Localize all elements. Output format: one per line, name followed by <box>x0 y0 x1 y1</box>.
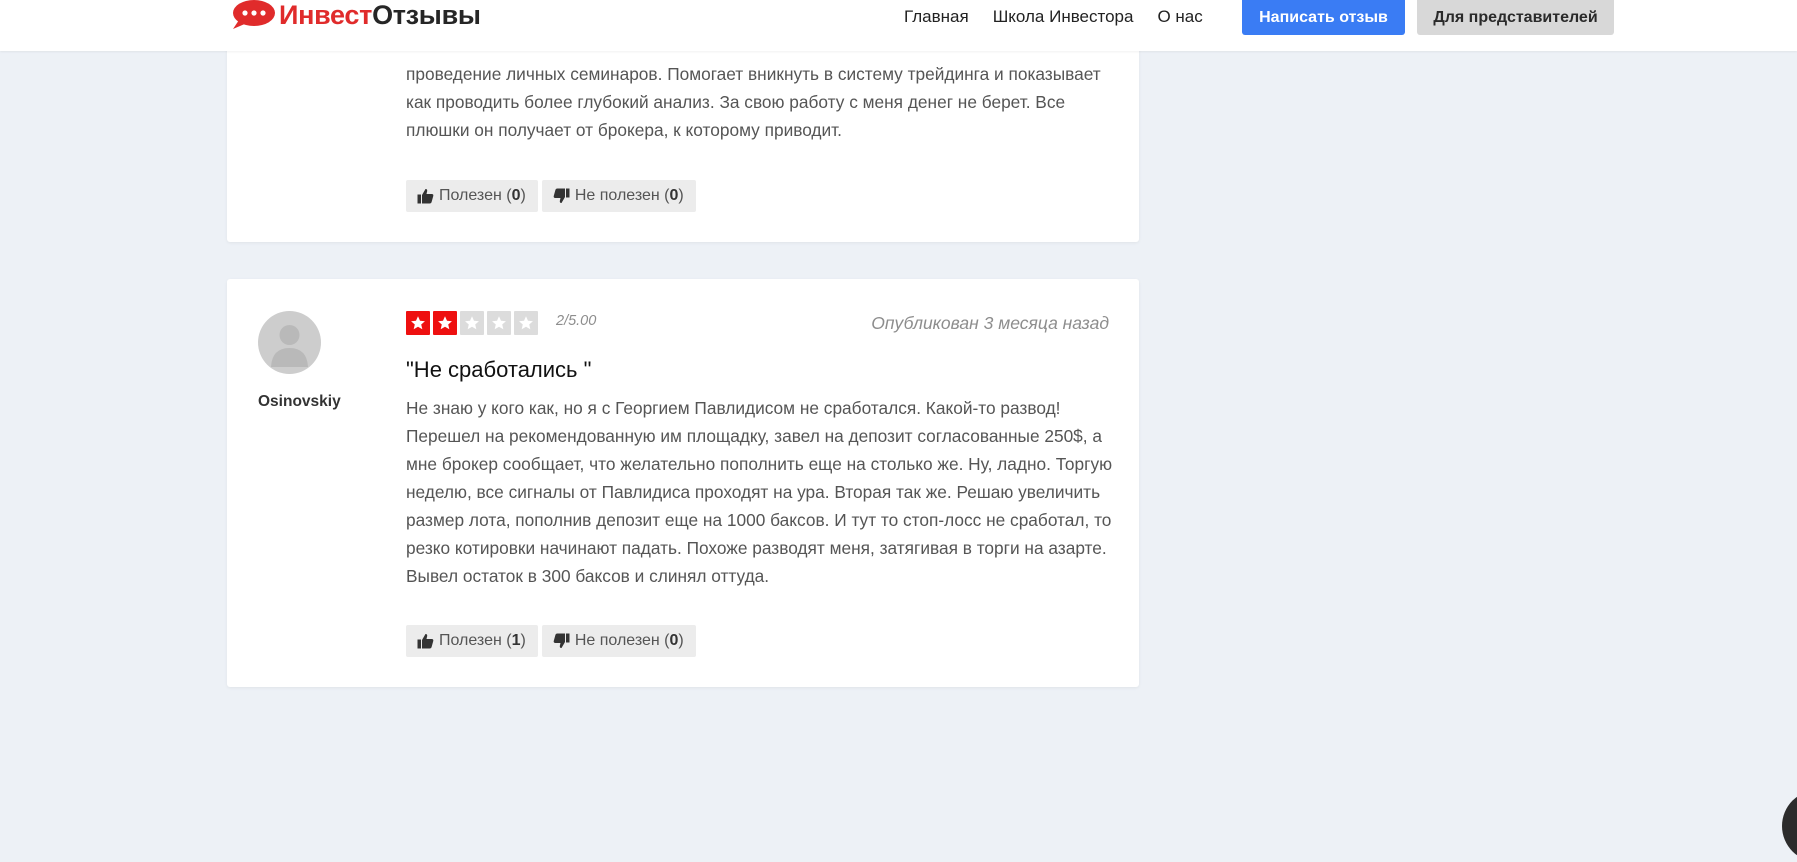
helpful-label: Полезен <box>439 632 502 649</box>
rating-score: 2/5.00 <box>556 313 597 329</box>
review-author[interactable]: Osinovskiy <box>258 393 341 411</box>
logo-text-part2: Отзывы <box>372 0 481 30</box>
logo-text-part1: Инвест <box>279 0 373 30</box>
thumbs-up-icon <box>417 188 434 204</box>
not-helpful-count: 0 <box>669 632 679 649</box>
review-card: Osinovskiy 2/5.00 Опубликован 3 месяца н… <box>227 279 1139 687</box>
not-helpful-button[interactable]: Не полезен (0) <box>541 625 696 657</box>
main-nav: Главная Школа Инвестора О нас <box>904 0 1203 34</box>
review-votes: Полезен (0) Не полезен (0) <box>406 180 700 212</box>
floating-widget-button[interactable] <box>1782 790 1797 862</box>
not-helpful-label: Не полезен <box>574 632 660 649</box>
thumbs-down-icon <box>553 188 570 204</box>
star-icon <box>514 311 538 335</box>
logo-speech-bubble-icon <box>229 0 277 32</box>
review-text: Не знаю у кого как, но я с Георгием Павл… <box>406 398 1113 586</box>
avatar-placeholder-icon <box>258 311 321 374</box>
published-date: Опубликован 3 месяца назад <box>871 313 1109 333</box>
star-icon <box>406 311 430 335</box>
review-votes: Полезен (1) Не полезен (0) <box>406 625 700 657</box>
site-logo[interactable]: ИнвестОтзывы <box>229 0 481 35</box>
helpful-count: 1 <box>511 632 521 649</box>
star-icon <box>487 311 511 335</box>
rating-stars <box>406 311 541 335</box>
not-helpful-count: 0 <box>669 187 679 204</box>
nav-link-investor-school[interactable]: Школа Инвестора <box>993 7 1134 27</box>
site-header: ИнвестОтзывы Главная Школа Инвестора О н… <box>0 0 1797 51</box>
nav-link-about[interactable]: О нас <box>1157 7 1202 27</box>
star-icon <box>460 311 484 335</box>
helpful-button[interactable]: Полезен (0) <box>406 180 538 212</box>
nav-link-home[interactable]: Главная <box>904 7 969 27</box>
not-helpful-button[interactable]: Не полезен (0) <box>541 180 696 212</box>
not-helpful-label: Не полезен <box>574 187 660 204</box>
helpful-label: Полезен <box>439 187 502 204</box>
helpful-button[interactable]: Полезен (1) <box>406 625 538 657</box>
helpful-count: 0 <box>511 187 521 204</box>
logo-wordmark: ИнвестОтзывы <box>279 0 481 31</box>
write-review-button[interactable]: Написать отзыв <box>1242 0 1405 35</box>
review-text: проведение личных семинаров. Помогает вн… <box>406 64 1101 140</box>
review-title: "Не сработались " <box>406 357 592 382</box>
star-icon <box>433 311 457 335</box>
representatives-button[interactable]: Для представителей <box>1417 0 1614 35</box>
thumbs-up-icon <box>417 633 434 649</box>
thumbs-down-icon <box>553 633 570 649</box>
